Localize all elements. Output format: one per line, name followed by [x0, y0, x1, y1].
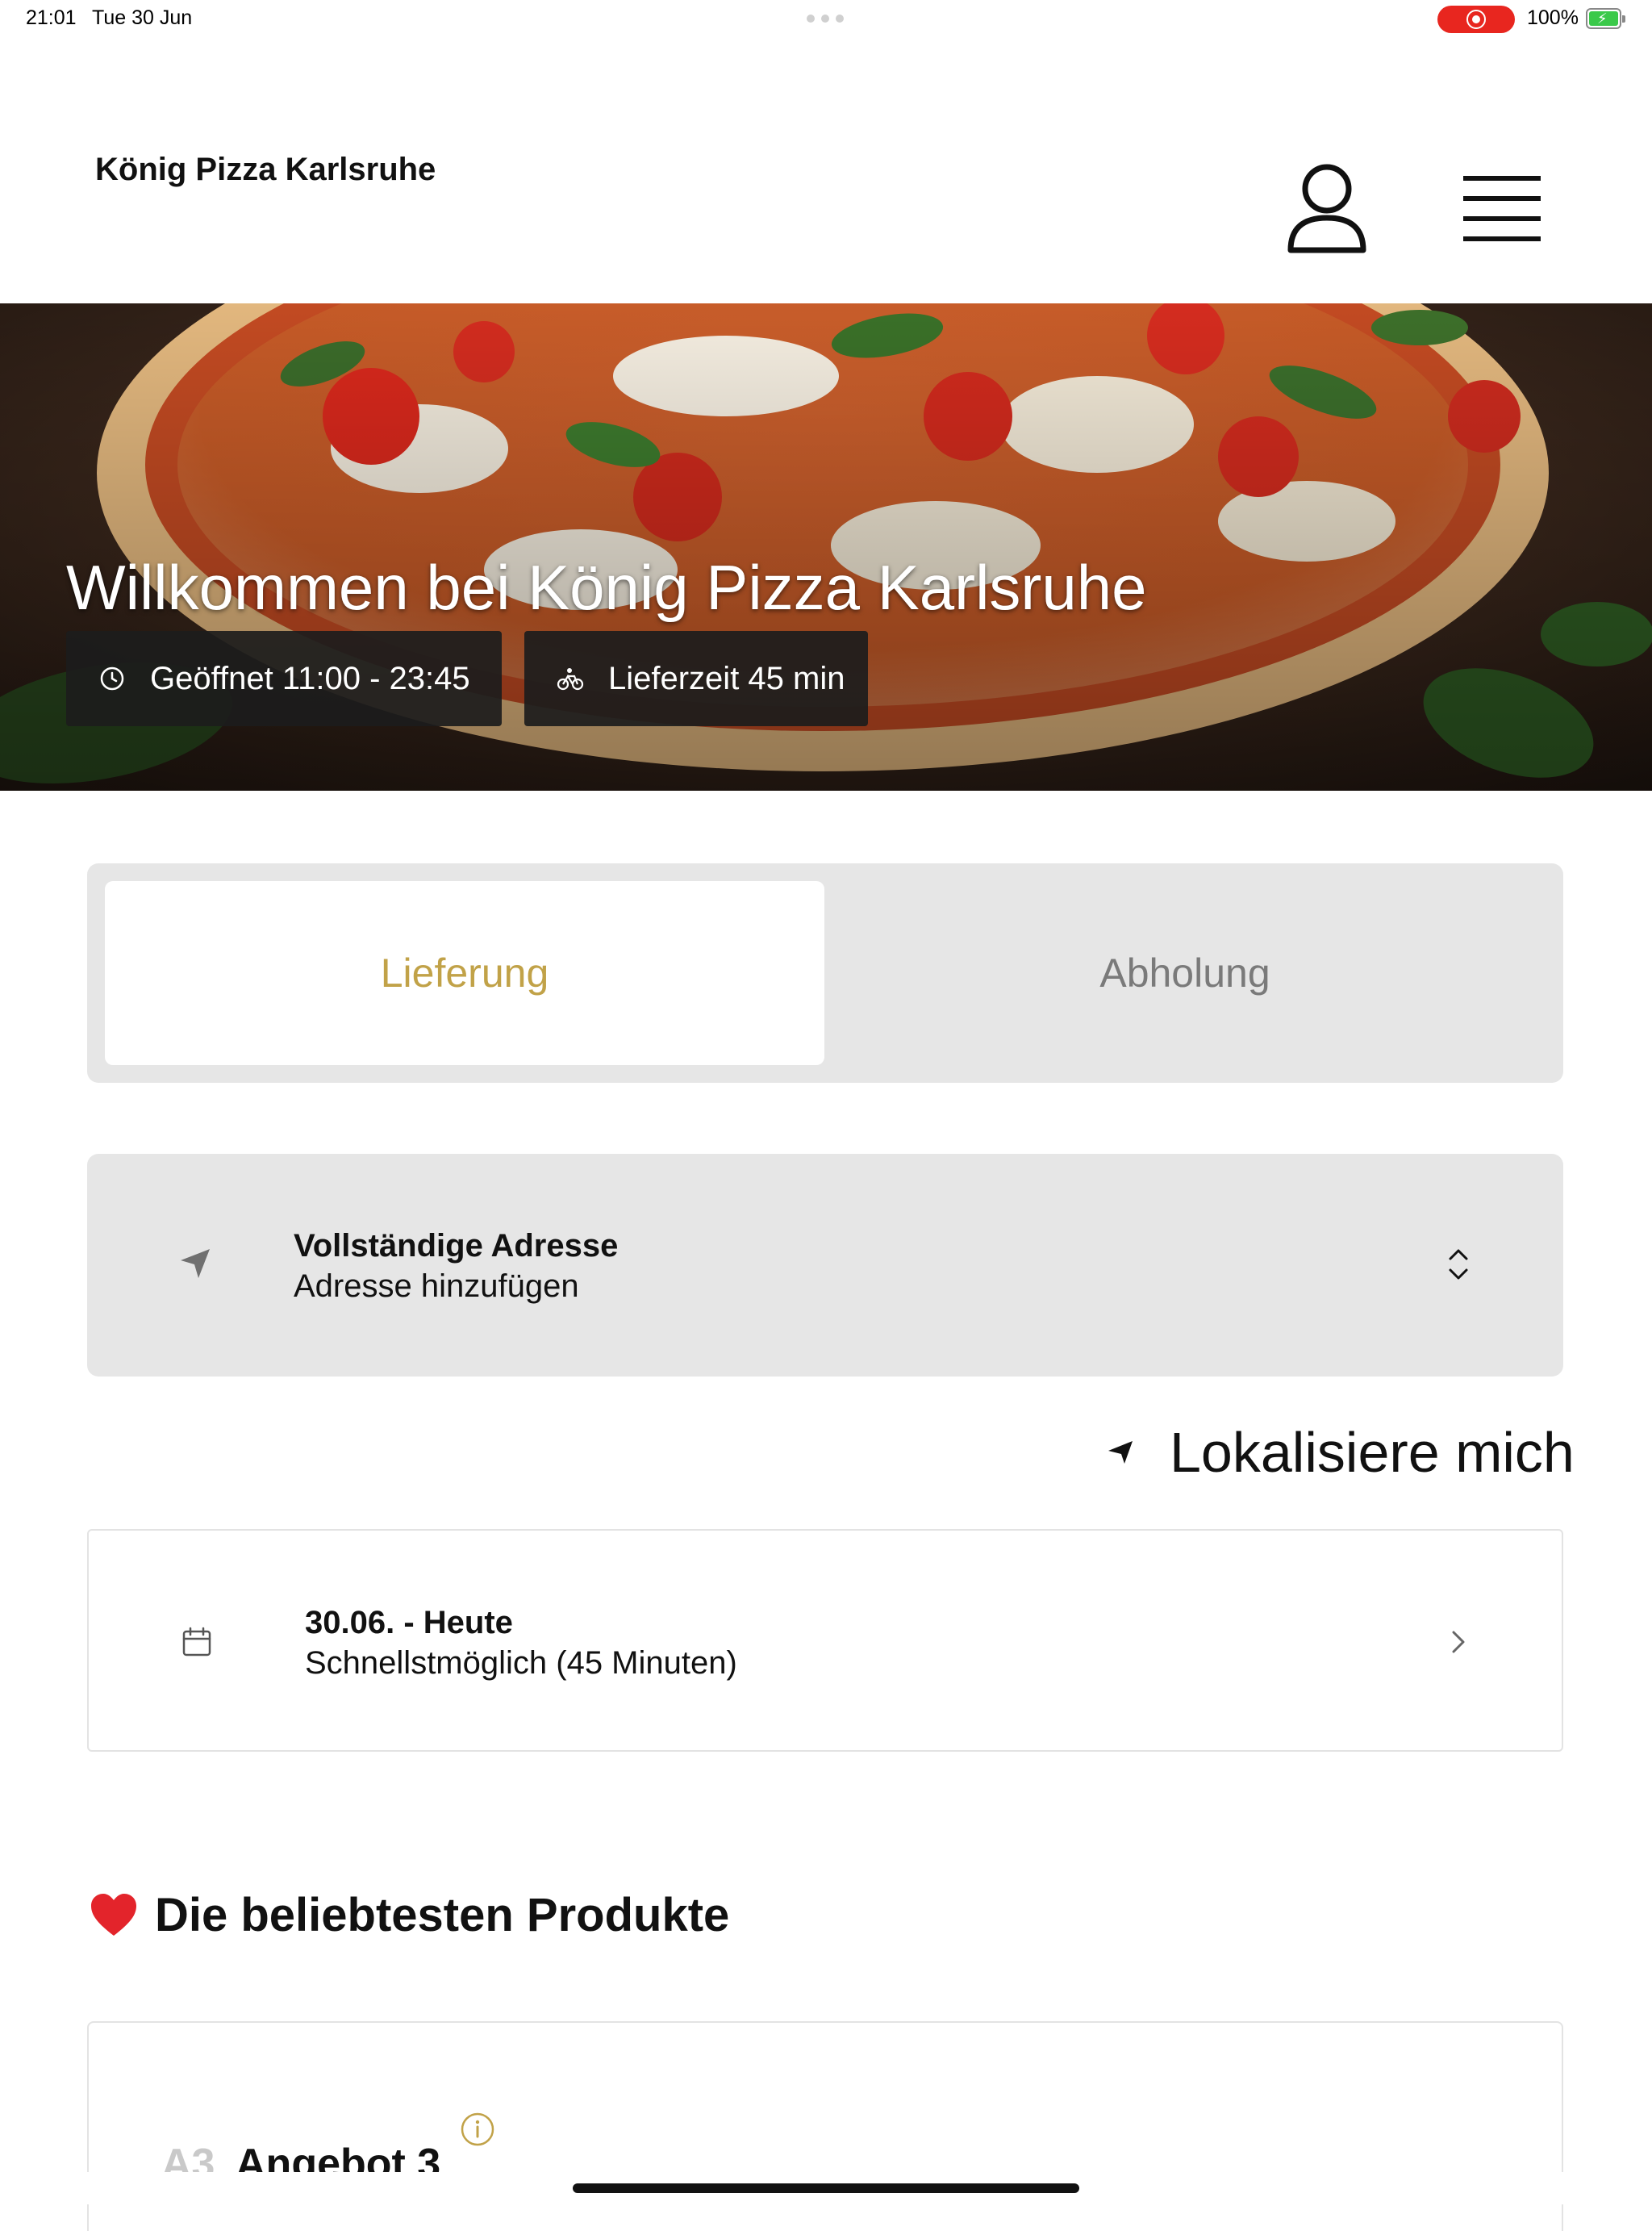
heart-icon [91, 1893, 136, 1936]
calendar-icon [182, 1627, 211, 1657]
chevron-right-icon [1452, 1631, 1465, 1653]
menu-button[interactable] [1457, 168, 1547, 249]
clock-icon [100, 666, 124, 691]
popular-products-heading: Die beliebtesten Produkte [89, 1888, 729, 1942]
chevron-up-down-icon [1449, 1249, 1468, 1280]
schedule-date: 30.06. - Heute [305, 1605, 513, 1640]
address-selector[interactable]: Vollständige Adresse Adresse hinzufügen [87, 1154, 1563, 1377]
location-arrow-icon [1108, 1441, 1133, 1464]
hero-title: Willkommen bei König Pizza Karlsruhe [66, 552, 1147, 624]
menu-icon [1463, 176, 1541, 241]
locate-me-button[interactable]: Lokalisiere mich [1105, 1420, 1575, 1485]
tab-delivery[interactable]: Lieferung [105, 881, 824, 1065]
schedule-time: Schnellstmöglich (45 Minuten) [305, 1645, 737, 1681]
address-title: Vollständige Adresse [294, 1228, 619, 1264]
multitasking-dots-icon[interactable] [807, 15, 847, 23]
status-bar: 21:01 Tue 30 Jun 100% ⚡ [0, 0, 1652, 39]
restaurant-name[interactable]: König Pizza Karlsruhe [95, 152, 436, 188]
delivery-time-badge: Lieferzeit 45 min [524, 631, 868, 726]
status-time: 21:01 [26, 6, 77, 29]
opening-hours-badge: Geöffnet 11:00 - 23:45 [66, 631, 502, 726]
hero-banner: Willkommen bei König Pizza Karlsruhe Geö… [0, 303, 1652, 791]
order-mode-toggle: Lieferung Abholung [87, 863, 1563, 1083]
battery-percentage: 100% [1527, 6, 1579, 29]
home-indicator[interactable] [573, 2183, 1079, 2193]
address-placeholder: Adresse hinzufügen [294, 1268, 579, 1304]
battery-charging-icon: ⚡ [1586, 8, 1625, 29]
app-header: König Pizza Karlsruhe [0, 39, 1652, 303]
opening-hours-text: Geöffnet 11:00 - 23:45 [150, 660, 470, 696]
user-icon [1287, 164, 1366, 253]
popular-products-title: Die beliebtesten Produkte [155, 1889, 730, 1941]
info-icon[interactable] [460, 2112, 495, 2147]
status-date: Tue 30 Jun [92, 6, 193, 29]
delivery-time-selector[interactable]: 30.06. - Heute Schnellstmöglich (45 Minu… [87, 1529, 1563, 1752]
user-account-button[interactable] [1283, 160, 1371, 257]
screen-recording-icon[interactable] [1437, 6, 1515, 33]
navigation-arrow-icon [181, 1249, 210, 1278]
locate-me-label: Lokalisiere mich [1170, 1421, 1575, 1484]
tab-pickup[interactable]: Abholung [824, 881, 1546, 1065]
delivery-time-text: Lieferzeit 45 min [608, 660, 845, 696]
bicycle-icon [557, 668, 584, 691]
